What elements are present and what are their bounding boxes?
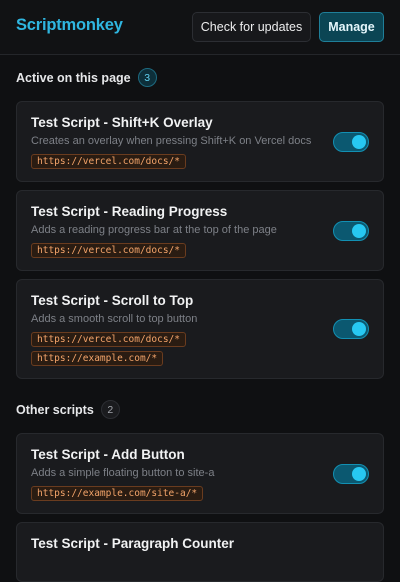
app-title: Scriptmonkey bbox=[16, 16, 123, 34]
script-title: Test Script - Add Button bbox=[31, 447, 185, 462]
script-description: Adds a simple floating button to site-a bbox=[31, 467, 215, 479]
active-count-badge: 3 bbox=[137, 68, 157, 87]
script-title: Test Script - Reading Progress bbox=[31, 204, 228, 219]
toggle-knob bbox=[352, 135, 366, 149]
script-description: Creates an overlay when pressing Shift+K… bbox=[31, 135, 312, 147]
check-updates-button[interactable]: Check for updates bbox=[192, 12, 311, 42]
match-pattern-chip: https://example.com/* bbox=[31, 351, 164, 366]
match-pattern-chip: https://vercel.com/docs/* bbox=[31, 154, 186, 169]
active-section-heading: Active on this page 3 bbox=[16, 68, 157, 87]
other-section-label: Other scripts bbox=[16, 402, 94, 417]
script-card: Test Script - Shift+K Overlay Creates an… bbox=[16, 101, 384, 182]
script-title: Test Script - Paragraph Counter bbox=[31, 536, 235, 551]
toggle-knob bbox=[352, 467, 366, 481]
manage-button[interactable]: Manage bbox=[319, 12, 384, 42]
script-enable-toggle[interactable] bbox=[333, 221, 369, 241]
script-enable-toggle[interactable] bbox=[333, 132, 369, 152]
toggle-knob bbox=[352, 224, 366, 238]
match-pattern-chip: https://vercel.com/docs/* bbox=[31, 243, 186, 258]
script-description: Adds a smooth scroll to top button bbox=[31, 313, 198, 325]
match-pattern-chip: https://example.com/site-a/* bbox=[31, 486, 204, 501]
script-title: Test Script - Scroll to Top bbox=[31, 293, 194, 308]
script-card: Test Script - Reading Progress Adds a re… bbox=[16, 190, 384, 271]
other-section-heading: Other scripts 2 bbox=[16, 400, 120, 419]
script-enable-toggle[interactable] bbox=[333, 464, 369, 484]
script-enable-toggle[interactable] bbox=[333, 319, 369, 339]
script-title: Test Script - Shift+K Overlay bbox=[31, 115, 213, 130]
other-count-badge: 2 bbox=[100, 400, 120, 419]
script-card: Test Script - Add Button Adds a simple f… bbox=[16, 433, 384, 514]
script-description: Adds a reading progress bar at the top o… bbox=[31, 224, 277, 236]
active-section-label: Active on this page bbox=[16, 70, 131, 85]
toggle-knob bbox=[352, 322, 366, 336]
script-card: Test Script - Scroll to Top Adds a smoot… bbox=[16, 279, 384, 379]
script-card: Test Script - Paragraph Counter bbox=[16, 522, 384, 582]
match-pattern-chip: https://vercel.com/docs/* bbox=[31, 332, 186, 347]
header-bar: Scriptmonkey Check for updates Manage bbox=[0, 0, 400, 55]
